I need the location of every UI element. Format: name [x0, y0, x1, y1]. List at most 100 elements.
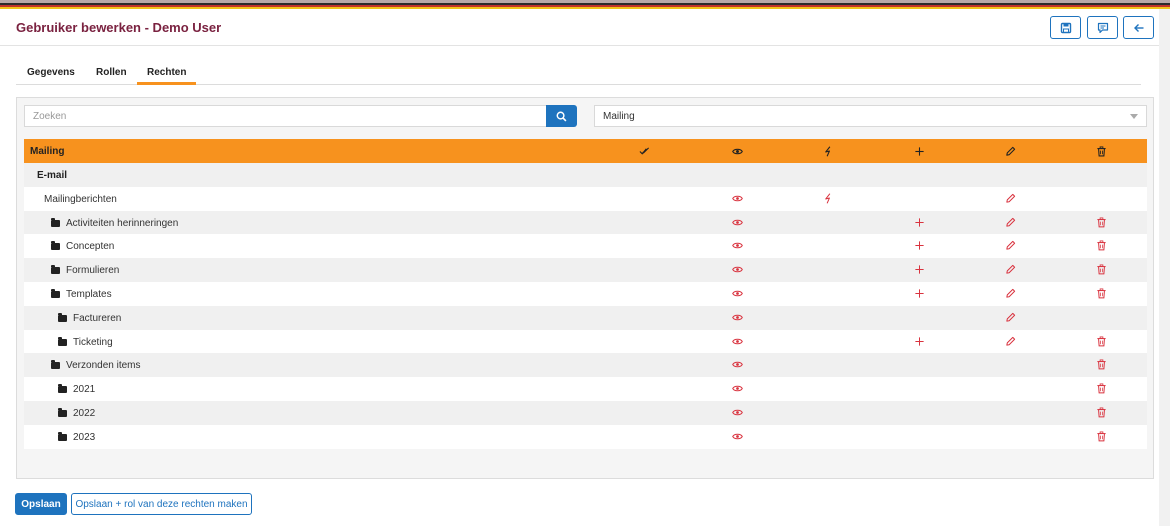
row-label: Templates: [51, 288, 112, 300]
row-label: Activiteiten herinneringen: [51, 217, 179, 229]
row-label-text: Templates: [66, 288, 112, 300]
search-button[interactable]: [546, 105, 577, 127]
eye-permission-icon[interactable]: [732, 240, 743, 251]
folder-icon: [58, 384, 67, 394]
folder-icon: [51, 288, 60, 298]
eye-permission-icon[interactable]: [732, 383, 743, 394]
folder-icon: [58, 336, 67, 346]
trash-permission-icon[interactable]: [1096, 217, 1107, 228]
trash-permission-icon[interactable]: [1096, 288, 1107, 299]
pencil-permission-icon[interactable]: [1005, 193, 1016, 204]
pencil-permission-icon[interactable]: [1005, 288, 1016, 299]
arrow-left-icon: [1133, 23, 1143, 32]
folder-icon: [58, 431, 67, 441]
table-row: Verzonden items: [24, 353, 1147, 378]
row-label-text: Verzonden items: [66, 360, 141, 372]
eye-permission-icon[interactable]: [732, 431, 743, 442]
section-row: E-mail: [24, 163, 1147, 187]
tab-gegevens[interactable]: Gegevens: [27, 67, 75, 78]
chevron-down-icon: [1130, 114, 1138, 119]
tab-rechten[interactable]: Rechten: [137, 67, 197, 85]
trash-permission-icon[interactable]: [1096, 359, 1107, 370]
table-row: Mailingberichten: [24, 186, 1147, 211]
table-header-row: Mailing: [24, 139, 1147, 163]
trash-permission-icon[interactable]: [1096, 431, 1107, 442]
row-label-text: Mailingberichten: [44, 193, 117, 205]
pencil-permission-icon[interactable]: [1005, 240, 1016, 251]
search-input[interactable]: [24, 105, 547, 127]
eye-permission-icon[interactable]: [732, 359, 743, 370]
table-row: Activiteiten herinneringen: [24, 210, 1147, 235]
folder-icon: [58, 312, 67, 322]
rights-panel: Mailing Mailing E-mail: [16, 97, 1154, 479]
folder-icon: [51, 217, 60, 227]
eye-permission-icon[interactable]: [732, 264, 743, 275]
row-label-text: Factureren: [73, 312, 122, 324]
folder-icon: [51, 241, 60, 251]
save-role-button[interactable]: Opslaan + rol van deze rechten maken: [71, 493, 252, 515]
tab-rollen[interactable]: Rollen: [96, 67, 127, 78]
row-label: Verzonden items: [51, 360, 141, 371]
save-button-footer[interactable]: Opslaan: [15, 493, 67, 515]
table-row: Ticketing: [24, 329, 1147, 354]
trash-permission-icon[interactable]: [1096, 407, 1107, 418]
table-row: 2022: [24, 400, 1147, 425]
trash-permission-icon[interactable]: [1096, 383, 1107, 394]
trash-permission-icon[interactable]: [1096, 336, 1107, 347]
row-label: 2021: [58, 384, 95, 395]
eye-permission-icon[interactable]: [732, 407, 743, 418]
plus-permission-icon[interactable]: [914, 240, 925, 251]
trash-permission-icon[interactable]: [1096, 264, 1107, 275]
trash-icon[interactable]: [1096, 146, 1107, 157]
check-double-icon[interactable]: [639, 146, 650, 157]
comment-icon: [1097, 22, 1108, 33]
row-label-text: Activiteiten herinneringen: [66, 217, 179, 229]
plus-permission-icon[interactable]: [914, 217, 925, 228]
tab-bar: Gegevens Rollen Rechten: [16, 63, 1141, 85]
eye-permission-icon[interactable]: [732, 193, 743, 204]
table-row: 2021: [24, 377, 1147, 401]
pencil-icon[interactable]: [1005, 146, 1016, 157]
eye-permission-icon[interactable]: [732, 288, 743, 299]
plus-permission-icon[interactable]: [914, 336, 925, 347]
row-label-text: 2022: [73, 407, 96, 419]
pencil-permission-icon[interactable]: [1005, 336, 1016, 347]
pencil-permission-icon[interactable]: [1005, 217, 1016, 228]
save-button[interactable]: [1050, 16, 1081, 39]
table-row: Concepten: [24, 234, 1147, 259]
pencil-permission-icon[interactable]: [1005, 264, 1016, 275]
comment-button[interactable]: [1087, 16, 1118, 39]
trash-permission-icon[interactable]: [1096, 240, 1107, 251]
back-button[interactable]: [1123, 16, 1154, 39]
table-row: Factureren: [24, 305, 1147, 330]
module-select[interactable]: Mailing: [594, 105, 1147, 127]
plus-icon[interactable]: [914, 146, 925, 157]
scrollbar[interactable]: [1159, 9, 1170, 526]
eye-permission-icon[interactable]: [732, 336, 743, 347]
plus-permission-icon[interactable]: [914, 264, 925, 275]
table-row: 2023: [24, 424, 1147, 449]
plus-permission-icon[interactable]: [914, 288, 925, 299]
table-row: Templates: [24, 281, 1147, 306]
row-label-text: 2021: [73, 384, 96, 396]
eye-permission-icon[interactable]: [732, 217, 743, 228]
folder-icon: [51, 265, 60, 275]
row-label: Factureren: [58, 312, 122, 324]
eye-icon[interactable]: [732, 146, 743, 157]
row-label-text: Concepten: [66, 241, 115, 253]
save-icon: [1060, 22, 1071, 33]
pencil-permission-icon[interactable]: [1005, 312, 1016, 323]
header-label: Mailing: [30, 146, 65, 157]
module-select-value: Mailing: [603, 111, 635, 122]
rights-table: Mailing E-mail MailingberichtenActivite: [24, 139, 1147, 449]
eye-permission-icon[interactable]: [732, 312, 743, 323]
row-label-text: Formulieren: [66, 265, 120, 277]
row-label: 2023: [58, 431, 95, 443]
lightning-icon[interactable]: [823, 146, 834, 157]
lightning-permission-icon[interactable]: [823, 193, 834, 204]
page-title: Gebruiker bewerken - Demo User: [16, 20, 222, 35]
row-label: Concepten: [51, 241, 114, 252]
row-label-text: Ticketing: [73, 336, 113, 348]
section-label: E-mail: [37, 170, 68, 181]
row-label: Ticketing: [58, 336, 113, 348]
